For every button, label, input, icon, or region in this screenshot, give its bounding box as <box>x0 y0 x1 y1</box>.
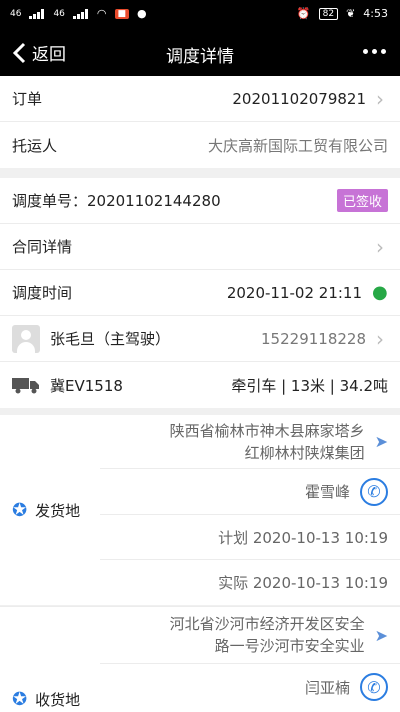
alarm-icon: ⏰ <box>296 7 311 20</box>
dispatch-group: 调度单号：20201102144280 已签收 合同详情 › 调度时间 2020… <box>0 178 400 408</box>
nav-bar: 返回 调度详情 <box>0 28 400 76</box>
origin-planned-row: 计划 2020-10-13 10:19 <box>100 515 400 560</box>
vehicle-row: 冀EV1518 牵引车 | 13米 | 34.2吨 <box>0 362 400 408</box>
signal-icon-2: 46 <box>53 8 65 19</box>
origin-header: ✪ 发货地 <box>0 415 100 605</box>
page-title: 调度详情 <box>166 47 234 67</box>
order-label: 订单 <box>12 90 43 108</box>
chevron-right-icon: › <box>376 326 384 351</box>
navigate-icon[interactable]: ➤ <box>375 432 388 451</box>
destination-section: ✪ 收货地 河北省沙河市经济开发区安全 路一号沙河市安全实业 ➤ 闫亚楠 ✆ <box>0 606 400 712</box>
location-icon: ✪ <box>12 499 28 521</box>
status-badge: 已签收 <box>336 189 388 212</box>
truck-icon <box>12 378 39 394</box>
phone-icon[interactable]: ✆ <box>360 673 388 701</box>
shipper-label: 托运人 <box>12 136 58 155</box>
phone-icon[interactable]: ✆ <box>360 477 388 506</box>
origin-address: 陕西省榆林市神木县麻家塔乡 红柳林村陕煤集团 <box>169 421 365 462</box>
app-notification-icon: ■ <box>114 8 130 19</box>
dispatch-row: 调度单号：20201102144280 已签收 <box>0 178 400 224</box>
shipper-value: 大庆高新国际工贸有限公司 <box>207 136 388 155</box>
order-group: 订单 20201102079821 › 托运人 大庆高新国际工贸有限公司 <box>0 76 400 168</box>
origin-address-row: 陕西省榆林市神木县麻家塔乡 红柳林村陕煤集团 ➤ <box>100 415 400 469</box>
vehicle-plate: 冀EV1518 <box>50 376 123 395</box>
wifi-icon: ◠ <box>96 7 107 20</box>
avatar <box>12 324 40 353</box>
vehicle-spec: 牵引车 | 13米 | 34.2吨 <box>231 376 388 395</box>
more-menu-icon[interactable] <box>363 49 386 54</box>
destination-header: ✪ 收货地 <box>0 607 100 712</box>
schedule-row: 调度时间 2020-11-02 21:11 ● <box>0 270 400 316</box>
schedule-label: 调度时间 <box>12 284 73 302</box>
origin-section: ✪ 发货地 陕西省榆林市神木县麻家塔乡 红柳林村陕煤集团 ➤ 霍雪峰 ✆ 计划 … <box>0 415 400 605</box>
destination-address: 河北省沙河市经济开发区安全 路一号沙河市安全实业 <box>169 615 365 655</box>
origin-title: 发货地 <box>35 501 81 520</box>
dispatch-number: 调度单号：20201102144280 <box>12 192 221 210</box>
contract-row[interactable]: 合同详情 › <box>0 224 400 270</box>
signal-icon: 46 <box>10 8 22 19</box>
chevron-right-icon: › <box>376 234 384 259</box>
order-row[interactable]: 订单 20201102079821 › <box>0 76 400 122</box>
destination-contact: 闫亚楠 <box>304 678 350 697</box>
driver-row[interactable]: 张毛旦（主驾驶） 15229118228 › <box>0 316 400 362</box>
wechat-icon: ● <box>137 7 147 20</box>
shipper-row: 托运人 大庆高新国际工贸有限公司 <box>0 122 400 168</box>
contract-label: 合同详情 <box>12 238 73 256</box>
signal-bars-icon <box>29 8 45 19</box>
schedule-value: 2020-11-02 21:11 <box>226 283 362 302</box>
origin-actual-row: 实际 2020-10-13 10:19 <box>100 560 400 605</box>
destination-title: 收货地 <box>35 691 81 709</box>
driver-phone: 15229118228 <box>261 329 366 348</box>
battery-icon: 82 <box>318 7 339 20</box>
clock-time: 4:53 <box>363 7 388 20</box>
origin-actual: 实际 2020-10-13 10:19 <box>218 574 388 592</box>
navigate-icon[interactable]: ➤ <box>375 626 388 645</box>
chevron-right-icon: › <box>376 86 384 111</box>
driver-name: 张毛旦（主驾驶） <box>50 330 171 348</box>
origin-contact-row: 霍雪峰 ✆ <box>100 469 400 515</box>
origin-contact: 霍雪峰 <box>304 483 350 501</box>
origin-planned: 计划 2020-10-13 10:19 <box>218 528 388 547</box>
destination-address-row: 河北省沙河市经济开发区安全 路一号沙河市安全实业 ➤ <box>100 607 400 664</box>
destination-contact-row: 闫亚楠 ✆ <box>100 664 400 710</box>
location-pin-icon[interactable]: ● <box>372 282 388 303</box>
leaf-icon: ❦ <box>346 7 356 20</box>
order-value: 20201102079821 <box>232 89 366 108</box>
status-bar: 46 46 ◠ ■ ● ⏰ 82 ❦ 4:53 <box>0 0 400 28</box>
signal-bars-icon-2 <box>72 8 89 19</box>
location-icon: ✪ <box>12 689 28 710</box>
